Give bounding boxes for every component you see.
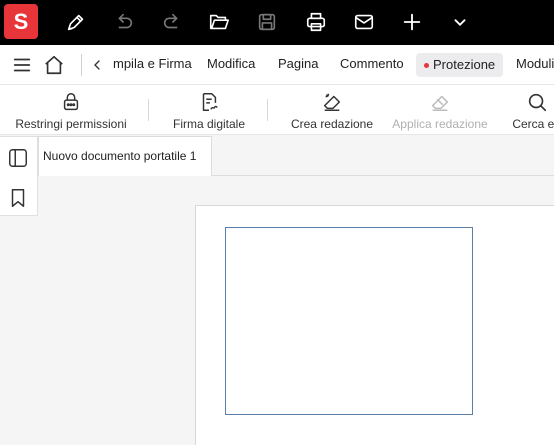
lock-icon — [63, 93, 79, 111]
apply-redaction-label: Applica redazione — [392, 117, 488, 131]
home-icon[interactable] — [43, 54, 65, 76]
restrict-permissions-label: Restringi permissioni — [15, 117, 127, 131]
mail-icon[interactable] — [350, 8, 378, 36]
chevron-down-icon[interactable] — [446, 8, 474, 36]
search-replace-button[interactable]: Cerca e r — [507, 85, 554, 135]
plus-icon[interactable] — [398, 8, 426, 36]
search-replace-label: Cerca e r — [512, 117, 554, 131]
title-bar: S — [0, 0, 554, 45]
menu-compila-firma[interactable]: mpila e Firma — [113, 56, 192, 71]
ribbon-separator — [267, 99, 268, 121]
redact-icon — [323, 93, 341, 111]
ribbon-separator — [148, 99, 149, 121]
search-icon — [528, 93, 547, 112]
menu-moduli[interactable]: Moduli — [516, 56, 554, 71]
tab-document-label: Nuovo documento portatile 1 — [43, 149, 197, 163]
sidebar-toggle-icon[interactable] — [7, 147, 29, 169]
tab-document[interactable]: Nuovo documento portatile 1 — [38, 136, 212, 176]
save-icon[interactable] — [253, 8, 281, 36]
undo-icon[interactable] — [110, 8, 138, 36]
app-logo[interactable]: S — [4, 4, 38, 39]
digital-signature-button[interactable]: Firma digitale — [167, 85, 251, 135]
apply-redact-icon — [431, 95, 449, 111]
hamburger-menu-icon[interactable] — [11, 54, 33, 76]
pen-icon[interactable] — [62, 8, 90, 36]
print-icon[interactable] — [302, 8, 330, 36]
menu-commento[interactable]: Commento — [340, 56, 404, 71]
redo-icon[interactable] — [158, 8, 186, 36]
left-side-panel — [0, 136, 38, 216]
menu-separator — [81, 54, 82, 76]
signature-icon — [202, 93, 218, 111]
apply-redaction-button[interactable]: Applica redazione — [390, 85, 490, 135]
restrict-permissions-button[interactable]: Restringi permissioni — [12, 85, 130, 135]
menu-bar: mpila e Firma Modifica Pagina Commento P… — [0, 45, 554, 85]
bookmark-icon[interactable] — [7, 187, 29, 209]
open-folder-icon[interactable] — [205, 8, 233, 36]
digital-signature-label: Firma digitale — [172, 117, 246, 131]
scroll-left-icon[interactable] — [89, 54, 105, 76]
menu-pagina[interactable]: Pagina — [278, 56, 318, 71]
ribbon-toolbar: Restringi permissioni Firma digitale Cre… — [0, 85, 554, 135]
create-redaction-label: Crea redazione — [290, 117, 374, 131]
menu-protezione[interactable]: Protezione — [416, 53, 504, 77]
create-redaction-button[interactable]: Crea redazione — [288, 85, 376, 135]
menu-modifica[interactable]: Modifica — [207, 56, 255, 71]
form-field-box[interactable] — [225, 227, 473, 415]
